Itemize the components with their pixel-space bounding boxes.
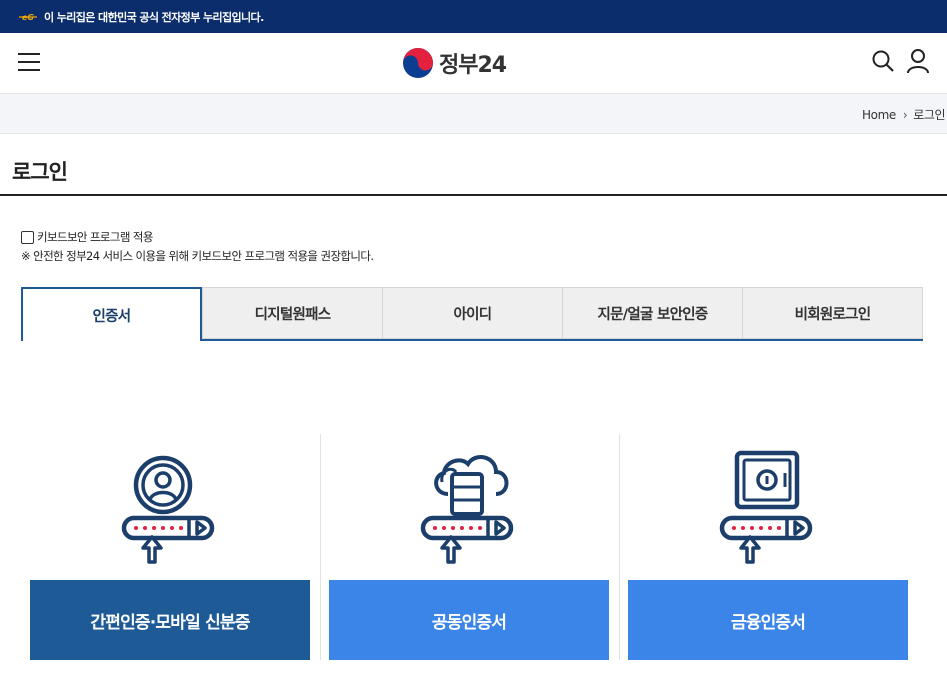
keyboard-security-note: ※ 안전한 정부24 서비스 이용을 위해 키보드보안 프로그램 적용을 권장합…	[21, 249, 374, 263]
taegeuk-emblem-icon	[403, 48, 433, 78]
joint-certificate-button[interactable]: 공동인증서	[329, 580, 609, 660]
breadcrumb: Home › 로그인	[862, 106, 946, 123]
tab-id[interactable]: 아이디	[382, 287, 563, 339]
column-divider	[320, 434, 321, 660]
site-header: 정부24	[0, 33, 947, 94]
gov-official-banner: eG 이 누리집은 대한민국 공식 전자정부 누리집입니다.	[0, 0, 947, 33]
tab-digital-onepass[interactable]: 디지털원패스	[202, 287, 383, 339]
breadcrumb-home-link[interactable]: Home	[862, 108, 896, 122]
login-method-tabs: 인증서 디지털원패스 아이디 지문/얼굴 보안인증 비회원로그인	[21, 287, 923, 341]
column-divider	[619, 434, 620, 660]
tab-non-member[interactable]: 비회원로그인	[742, 287, 923, 339]
simple-auth-button[interactable]: 간편인증·모바일 신분증	[30, 580, 310, 660]
tab-biometric[interactable]: 지문/얼굴 보안인증	[562, 287, 743, 339]
hamburger-menu-icon[interactable]	[18, 53, 40, 73]
cloud-server-password-icon	[420, 455, 514, 564]
user-icon[interactable]	[906, 48, 930, 74]
keyboard-security-label[interactable]: 키보드보안 프로그램 적용	[37, 229, 153, 245]
search-icon[interactable]	[871, 49, 895, 73]
keyboard-security-option[interactable]: 키보드보안 프로그램 적용	[21, 229, 153, 245]
safe-password-icon	[719, 450, 813, 564]
logo-text: 정부24	[439, 53, 507, 78]
chevron-right-icon: ›	[902, 107, 908, 122]
eg-gov-mark-icon: eG	[18, 11, 38, 23]
title-divider	[0, 194, 947, 196]
svg-text:eG: eG	[22, 13, 34, 22]
gov-banner-text: 이 누리집은 대한민국 공식 전자정부 누리집입니다.	[44, 10, 264, 24]
breadcrumb-current: 로그인	[913, 108, 946, 122]
page-title: 로그인	[12, 160, 68, 184]
breadcrumb-bar: Home › 로그인	[0, 94, 947, 134]
tab-certificate[interactable]: 인증서	[21, 287, 202, 341]
keyboard-security-checkbox[interactable]	[21, 230, 34, 244]
site-logo[interactable]: 정부24	[402, 47, 507, 79]
user-profile-password-icon	[121, 455, 215, 564]
financial-certificate-button[interactable]: 금융인증서	[628, 580, 908, 660]
